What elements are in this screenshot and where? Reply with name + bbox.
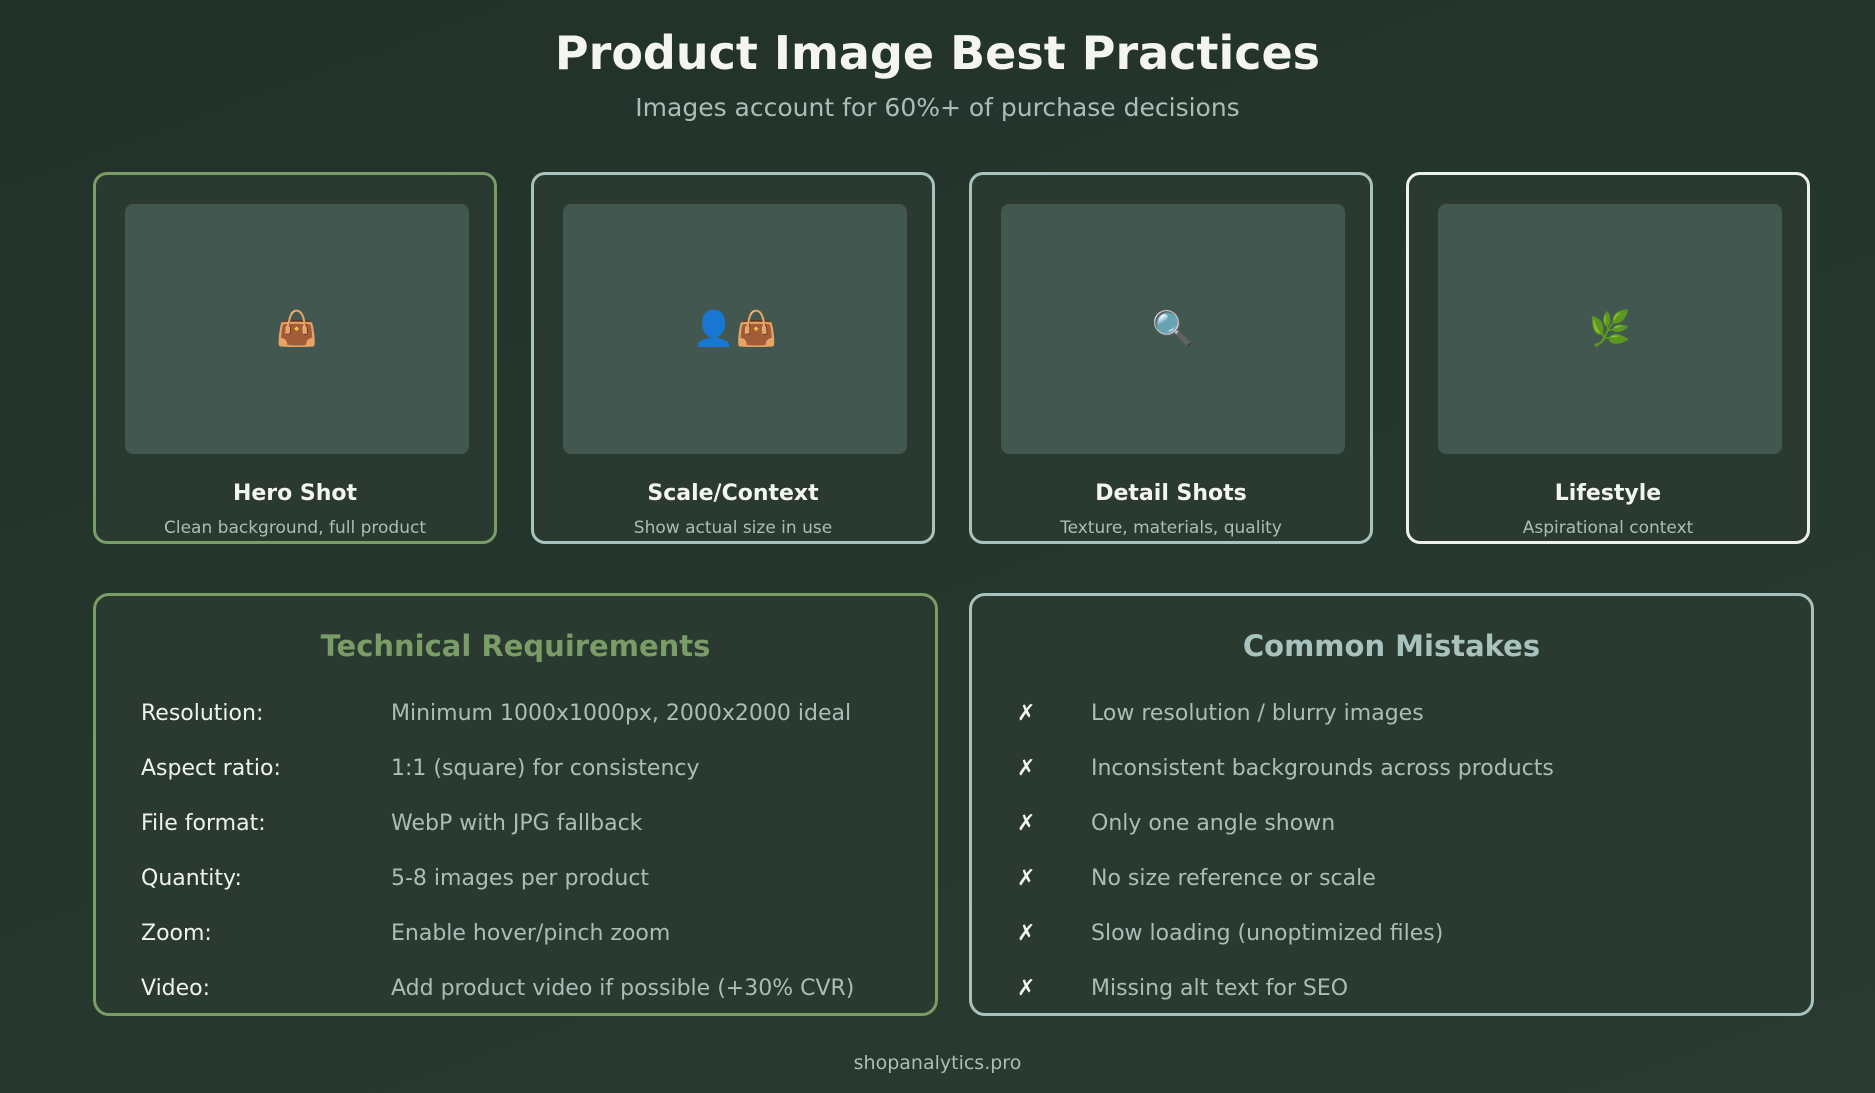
card-lifestyle: 🌿 Lifestyle Aspirational context <box>1406 172 1810 544</box>
card-description: Aspirational context <box>1522 518 1694 538</box>
card-title: Lifestyle <box>1554 481 1662 506</box>
card-description: Clean background, full product <box>164 518 426 538</box>
herb-icon: 🌿 <box>1438 204 1782 454</box>
handbag-icon: 👜 <box>125 204 469 454</box>
requirement-value: 5-8 images per product <box>391 866 650 891</box>
requirement-label: Resolution: <box>141 701 264 726</box>
page-subtitle: Images account for 60%+ of purchase deci… <box>635 93 1240 122</box>
card-detail-shots: 🔍 Detail Shots Texture, materials, quali… <box>969 172 1373 544</box>
requirement-value: WebP with JPG fallback <box>391 811 643 836</box>
cross-mark-icon: ✗ <box>1017 921 1036 946</box>
requirement-value: Minimum 1000x1000px, 2000x2000 ideal <box>391 701 852 726</box>
requirement-value: 1:1 (square) for consistency <box>391 756 700 781</box>
card-title: Hero Shot <box>232 481 358 506</box>
card-description: Show actual size in use <box>633 518 833 538</box>
mistake-text: Low resolution / blurry images <box>1091 701 1424 726</box>
page-title: Product Image Best Practices <box>554 26 1321 80</box>
requirement-value: Enable hover/pinch zoom <box>391 921 671 946</box>
mistake-text: Only one angle shown <box>1091 811 1336 836</box>
card-hero-shot: 👜 Hero Shot Clean background, full produ… <box>93 172 497 544</box>
requirement-label: File format: <box>141 811 266 836</box>
requirement-label: Video: <box>141 976 211 1001</box>
card-description: Texture, materials, quality <box>1060 518 1282 538</box>
magnifier-icon: 🔍 <box>1001 204 1345 454</box>
requirement-label: Zoom: <box>141 921 212 946</box>
cross-mark-icon: ✗ <box>1017 976 1036 1001</box>
mistake-text: Inconsistent backgrounds across products <box>1091 756 1554 781</box>
cross-mark-icon: ✗ <box>1017 866 1036 891</box>
requirement-label: Quantity: <box>141 866 242 891</box>
mistake-text: Slow loading (unoptimized files) <box>1091 921 1444 946</box>
cross-mark-icon: ✗ <box>1017 811 1036 836</box>
common-mistakes-panel: Common Mistakes ✗ Low resolution / blurr… <box>969 593 1814 1016</box>
mistake-text: Missing alt text for SEO <box>1091 976 1349 1001</box>
cross-mark-icon: ✗ <box>1017 701 1036 726</box>
card-scale-context: 👤👜 Scale/Context Show actual size in use <box>531 172 935 544</box>
mistake-text: No size reference or scale <box>1091 866 1376 891</box>
card-title: Scale/Context <box>647 481 819 506</box>
cross-mark-icon: ✗ <box>1017 756 1036 781</box>
person-with-bag-icon: 👤👜 <box>563 204 907 454</box>
technical-requirements-panel: Technical Requirements Resolution: Minim… <box>93 593 938 1016</box>
panel-title: Technical Requirements <box>320 629 711 663</box>
panel-title: Common Mistakes <box>1242 629 1541 663</box>
footer-source: shopanalytics.pro <box>853 1052 1022 1074</box>
requirement-label: Aspect ratio: <box>141 756 281 781</box>
requirement-value: Add product video if possible (+30% CVR) <box>391 976 855 1001</box>
card-title: Detail Shots <box>1095 481 1247 506</box>
